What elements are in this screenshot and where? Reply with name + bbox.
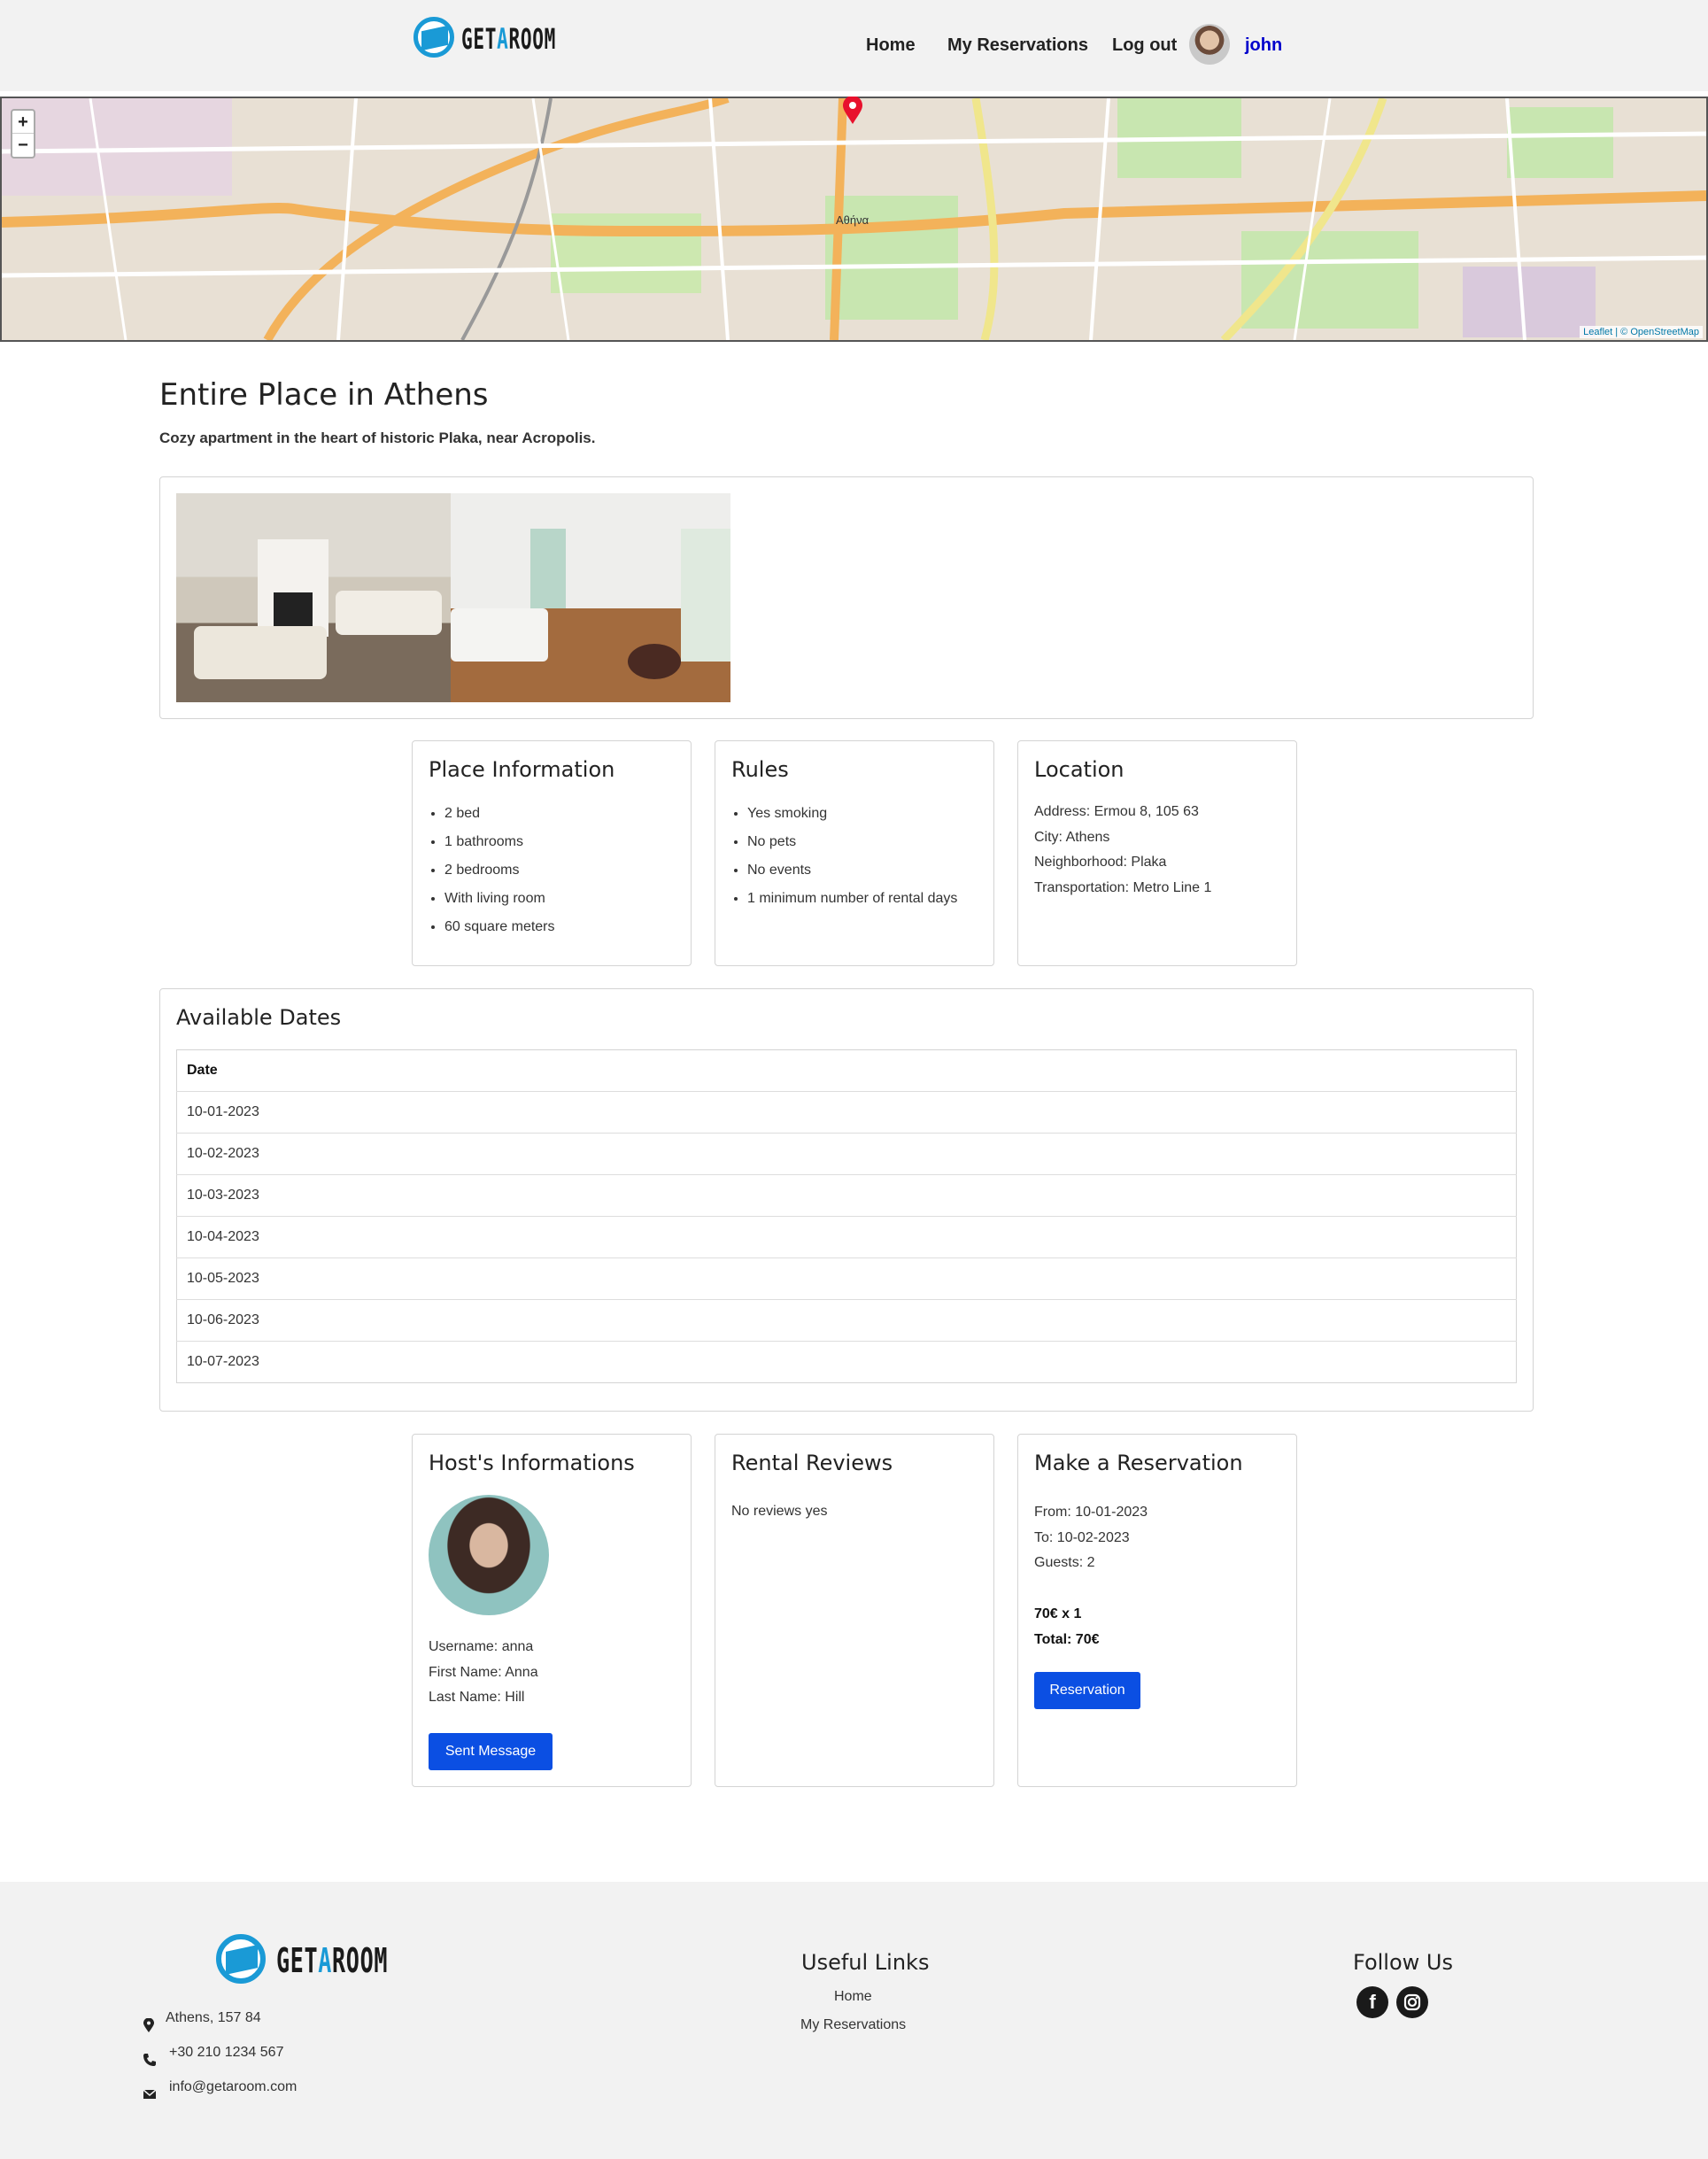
logo-mark-icon — [413, 17, 454, 58]
available-dates-heading: Available Dates — [176, 1005, 342, 1030]
footer-link-my-reservations[interactable]: My Reservations — [800, 2017, 906, 2033]
location-city: City: Athens — [1034, 829, 1110, 845]
facebook-icon[interactable]: f — [1356, 1986, 1388, 2018]
table-row[interactable]: 10-02-2023 — [176, 1133, 1517, 1175]
host-information-card: Host's Informations Username: anna First… — [412, 1434, 692, 1787]
map-marker-pin-icon[interactable] — [843, 96, 862, 129]
location-address: Address: Ermou 8, 105 63 — [1034, 804, 1199, 819]
listing-title: Entire Place in Athens — [159, 377, 489, 413]
map-attribution[interactable]: Leaflet | © OpenStreetMap — [1580, 326, 1703, 338]
listing-photo-apartment[interactable] — [451, 493, 730, 702]
nav-logout-link[interactable]: Log out — [1112, 35, 1177, 56]
footer-email[interactable]: info@getaroom.com — [169, 2079, 297, 2095]
date-cell: 10-02-2023 — [176, 1133, 1517, 1175]
logo-text: GETAROOM — [276, 1941, 389, 1980]
date-cell: 10-03-2023 — [176, 1174, 1517, 1217]
host-username: Username: anna — [429, 1639, 534, 1654]
reservation-heading: Make a Reservation — [1034, 1451, 1243, 1475]
send-message-button[interactable]: Sent Message — [429, 1733, 553, 1770]
useful-links-heading: Useful Links — [801, 1950, 930, 1975]
available-dates-table: Date 10-01-2023 10-02-2023 10-03-2023 10… — [176, 1049, 1517, 1383]
zoom-out-button[interactable]: − — [18, 135, 28, 155]
host-first-name: First Name: Anna — [429, 1664, 538, 1680]
instagram-icon[interactable] — [1396, 1986, 1428, 2018]
zoom-in-button[interactable]: + — [12, 111, 34, 134]
map-marker-label: Αθήνα — [836, 213, 869, 227]
reviews-empty-text: No reviews yes — [731, 1504, 828, 1519]
reservation-guests: Guests: 2 — [1034, 1555, 1095, 1570]
date-column-header: Date — [176, 1049, 1517, 1092]
reservation-details: From: 10-01-2023 To: 10-02-2023 Guests: … — [1034, 1500, 1148, 1576]
price-total: Total: 70€ — [1034, 1632, 1100, 1647]
site-footer: GETAROOM Athens, 157 84 +30 210 1234 567… — [0, 1882, 1708, 2159]
logo-mark-icon — [216, 1934, 266, 1984]
place-information-heading: Place Information — [429, 757, 615, 782]
table-row[interactable]: 10-07-2023 — [177, 1342, 1517, 1383]
location-details: Address: Ermou 8, 105 63 City: Athens Ne… — [1034, 800, 1296, 901]
rules-card: Rules Yes smoking No pets No events 1 mi… — [715, 740, 994, 966]
top-navbar: GETAROOM Home My Reservations Log out jo… — [0, 0, 1708, 91]
nav-home-link[interactable]: Home — [866, 35, 916, 56]
available-dates-card: Available Dates Date 10-01-2023 10-02-20… — [159, 988, 1534, 1412]
date-cell: 10-07-2023 — [187, 1354, 259, 1369]
location-neighborhood: Neighborhood: Plaka — [1034, 855, 1167, 870]
place-information-list: 2 bed 1 bathrooms 2 bedrooms With living… — [444, 800, 691, 941]
list-item: With living room — [444, 885, 691, 913]
footer-address: Athens, 157 84 — [166, 2010, 261, 2025]
rules-heading: Rules — [731, 757, 789, 782]
date-cell: 10-05-2023 — [176, 1257, 1517, 1300]
photo-gallery — [159, 476, 1534, 719]
location-card: Location Address: Ermou 8, 105 63 City: … — [1017, 740, 1297, 966]
user-avatar[interactable] — [1189, 24, 1230, 65]
table-row[interactable]: 10-01-2023 — [176, 1091, 1517, 1134]
table-row[interactable]: 10-06-2023 — [176, 1299, 1517, 1342]
make-reservation-card: Make a Reservation From: 10-01-2023 To: … — [1017, 1434, 1297, 1787]
reviews-heading: Rental Reviews — [731, 1451, 893, 1475]
rules-list: Yes smoking No pets No events 1 minimum … — [747, 800, 993, 913]
reservation-to: To: 10-02-2023 — [1034, 1529, 1130, 1545]
listing-subtitle: Cozy apartment in the heart of historic … — [159, 429, 596, 446]
location-heading: Location — [1034, 757, 1124, 782]
list-item: 2 bedrooms — [444, 856, 691, 885]
host-last-name: Last Name: Hill — [429, 1690, 525, 1705]
host-details: Username: anna First Name: Anna Last Nam… — [429, 1635, 538, 1711]
table-row[interactable]: 10-04-2023 — [176, 1216, 1517, 1258]
username-link[interactable]: john — [1245, 35, 1282, 56]
site-logo[interactable]: GETAROOM — [413, 15, 571, 61]
list-item: Yes smoking — [747, 800, 993, 828]
date-cell: 10-01-2023 — [176, 1091, 1517, 1134]
date-cell: 10-06-2023 — [176, 1299, 1517, 1342]
footer-logo[interactable]: GETAROOM — [216, 1932, 411, 1985]
rental-reviews-card: Rental Reviews No reviews yes — [715, 1434, 994, 1787]
list-item: 60 square meters — [444, 913, 691, 941]
map-zoom-control: + − — [11, 109, 35, 159]
host-heading: Host's Informations — [429, 1451, 635, 1475]
nav-my-reservations-link[interactable]: My Reservations — [947, 35, 1088, 56]
envelope-icon — [143, 2089, 157, 2099]
listing-photo-living-room[interactable] — [176, 493, 456, 702]
list-item: 1 bathrooms — [444, 828, 691, 856]
list-item: No pets — [747, 828, 993, 856]
footer-phone[interactable]: +30 210 1234 567 — [169, 2045, 283, 2061]
table-row[interactable]: 10-05-2023 — [176, 1257, 1517, 1300]
follow-us-heading: Follow Us — [1353, 1950, 1453, 1975]
list-item: 2 bed — [444, 800, 691, 828]
list-item: 1 minimum number of rental days — [747, 885, 993, 913]
place-information-card: Place Information 2 bed 1 bathrooms 2 be… — [412, 740, 692, 966]
logo-text: GETAROOM — [461, 22, 557, 56]
table-row[interactable]: 10-03-2023 — [176, 1174, 1517, 1217]
reservation-price: 70€ x 1 Total: 70€ — [1034, 1601, 1100, 1652]
price-per-night: 70€ x 1 — [1034, 1606, 1082, 1621]
date-cell: 10-04-2023 — [176, 1216, 1517, 1258]
location-transportation: Transportation: Metro Line 1 — [1034, 879, 1212, 895]
footer-link-home[interactable]: Home — [834, 1989, 872, 2005]
host-avatar — [429, 1495, 549, 1615]
phone-icon — [143, 2054, 156, 2066]
list-item: No events — [747, 856, 993, 885]
reservation-button[interactable]: Reservation — [1034, 1672, 1140, 1709]
reservation-from: From: 10-01-2023 — [1034, 1505, 1148, 1520]
location-pin-icon — [143, 2018, 154, 2032]
